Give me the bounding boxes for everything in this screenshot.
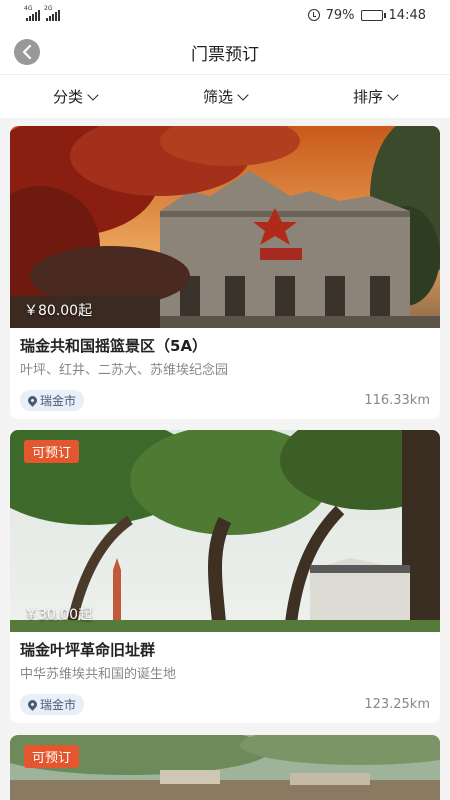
signal-icon: 4G <box>24 5 40 21</box>
chevron-down-icon <box>387 88 399 101</box>
location-label: 瑞金市 <box>40 698 77 712</box>
card-description: 叶坪、红井、二苏大、苏维埃纪念园 <box>20 363 229 378</box>
chevron-down-icon <box>237 88 249 101</box>
price-label: ￥80.00起 <box>24 303 93 319</box>
bookable-badge: 可预订 <box>24 745 80 768</box>
battery-percent: 79% <box>325 7 355 23</box>
bookable-badge: 可预订 <box>24 440 80 463</box>
signal-icon: 2G <box>44 5 60 21</box>
map-pin-icon <box>26 394 39 407</box>
status-bar: 4G 2G 79% 14:48 <box>0 0 450 30</box>
chevron-down-icon <box>87 88 99 101</box>
card-title: 瑞金共和国摇篮景区（5A） <box>20 337 208 355</box>
battery-icon <box>360 9 386 21</box>
location-label: 瑞金市 <box>40 394 77 408</box>
filter-screen[interactable]: 筛选 <box>150 86 300 107</box>
price-label: ￥30.00起 <box>24 607 93 623</box>
page-title: 门票预订 <box>191 44 259 65</box>
list-item[interactable]: 可预订 <box>10 735 440 800</box>
scenic-photo: 可预订 <box>10 735 440 800</box>
scenic-photo: ￥80.00起 <box>10 126 440 328</box>
list-item[interactable]: ￥80.00起 瑞金共和国摇篮景区（5A） 叶坪、红井、二苏大、苏维埃纪念园 瑞… <box>10 126 440 419</box>
signal-indicators: 4G 2G <box>24 5 60 21</box>
scenic-photo: 可预订 ￥30.00起 <box>10 430 440 632</box>
filter-label: 分类 <box>52 88 83 106</box>
clock: 14:48 <box>388 7 426 23</box>
filter-sort[interactable]: 排序 <box>300 86 450 107</box>
filter-bar: 分类 筛选 排序 <box>0 74 450 118</box>
card-title: 瑞金叶坪革命旧址群 <box>20 641 156 659</box>
map-pin-icon <box>26 698 39 711</box>
list-item[interactable]: 可预订 ￥30.00起 瑞金叶坪革命旧址群 中华苏维埃共和国的诞生地 瑞金市 1… <box>10 430 440 723</box>
filter-label: 筛选 <box>202 88 233 106</box>
distance: 123.25km <box>364 697 430 712</box>
filter-label: 排序 <box>352 88 383 106</box>
alarm-icon <box>307 9 320 21</box>
card-description: 中华苏维埃共和国的诞生地 <box>20 667 177 682</box>
location-tag: 瑞金市 <box>20 390 85 411</box>
nav-bar: 门票预订 <box>0 30 450 74</box>
filter-category[interactable]: 分类 <box>0 86 150 107</box>
location-tag: 瑞金市 <box>20 694 85 715</box>
back-button[interactable] <box>14 39 40 65</box>
distance: 116.33km <box>364 393 430 408</box>
chevron-left-icon <box>22 45 32 59</box>
